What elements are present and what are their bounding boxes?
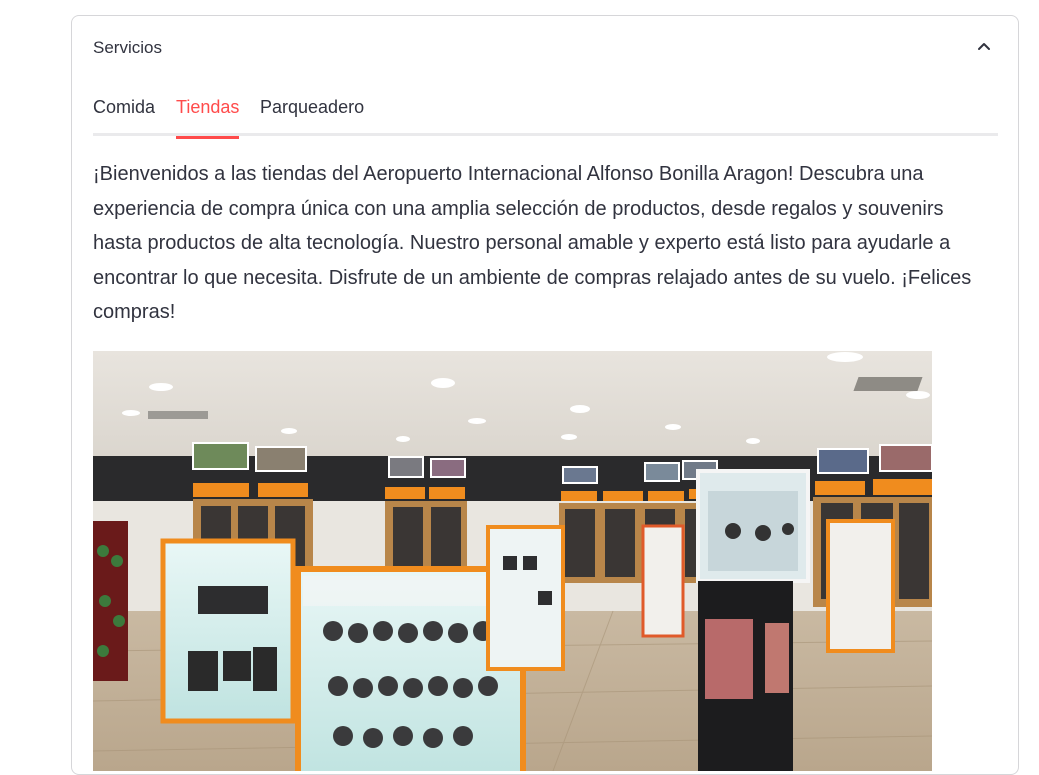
tab-label: Comida: [93, 97, 156, 117]
chevron-up-icon[interactable]: [976, 38, 992, 54]
expander-header[interactable]: Servicios: [72, 16, 1018, 78]
tab-parqueadero[interactable]: Parqueadero: [260, 94, 364, 136]
active-tab-indicator: [176, 136, 240, 139]
tiendas-description: ¡Bienvenidos a las tiendas del Aeropuert…: [93, 163, 972, 324]
tab-bar: Comida Tiendas Parqueadero: [93, 94, 998, 139]
tab-label: Parqueadero: [260, 97, 365, 117]
tab-comida[interactable]: Comida: [93, 94, 155, 136]
services-expander: Servicios Comida Tiendas Parqueadero ¡Bi…: [71, 15, 1019, 775]
store-photo: [93, 351, 932, 771]
tab-label: Tiendas: [176, 97, 240, 117]
tab-tiendas[interactable]: Tiendas: [176, 94, 240, 139]
expander-title: Servicios: [93, 38, 162, 57]
